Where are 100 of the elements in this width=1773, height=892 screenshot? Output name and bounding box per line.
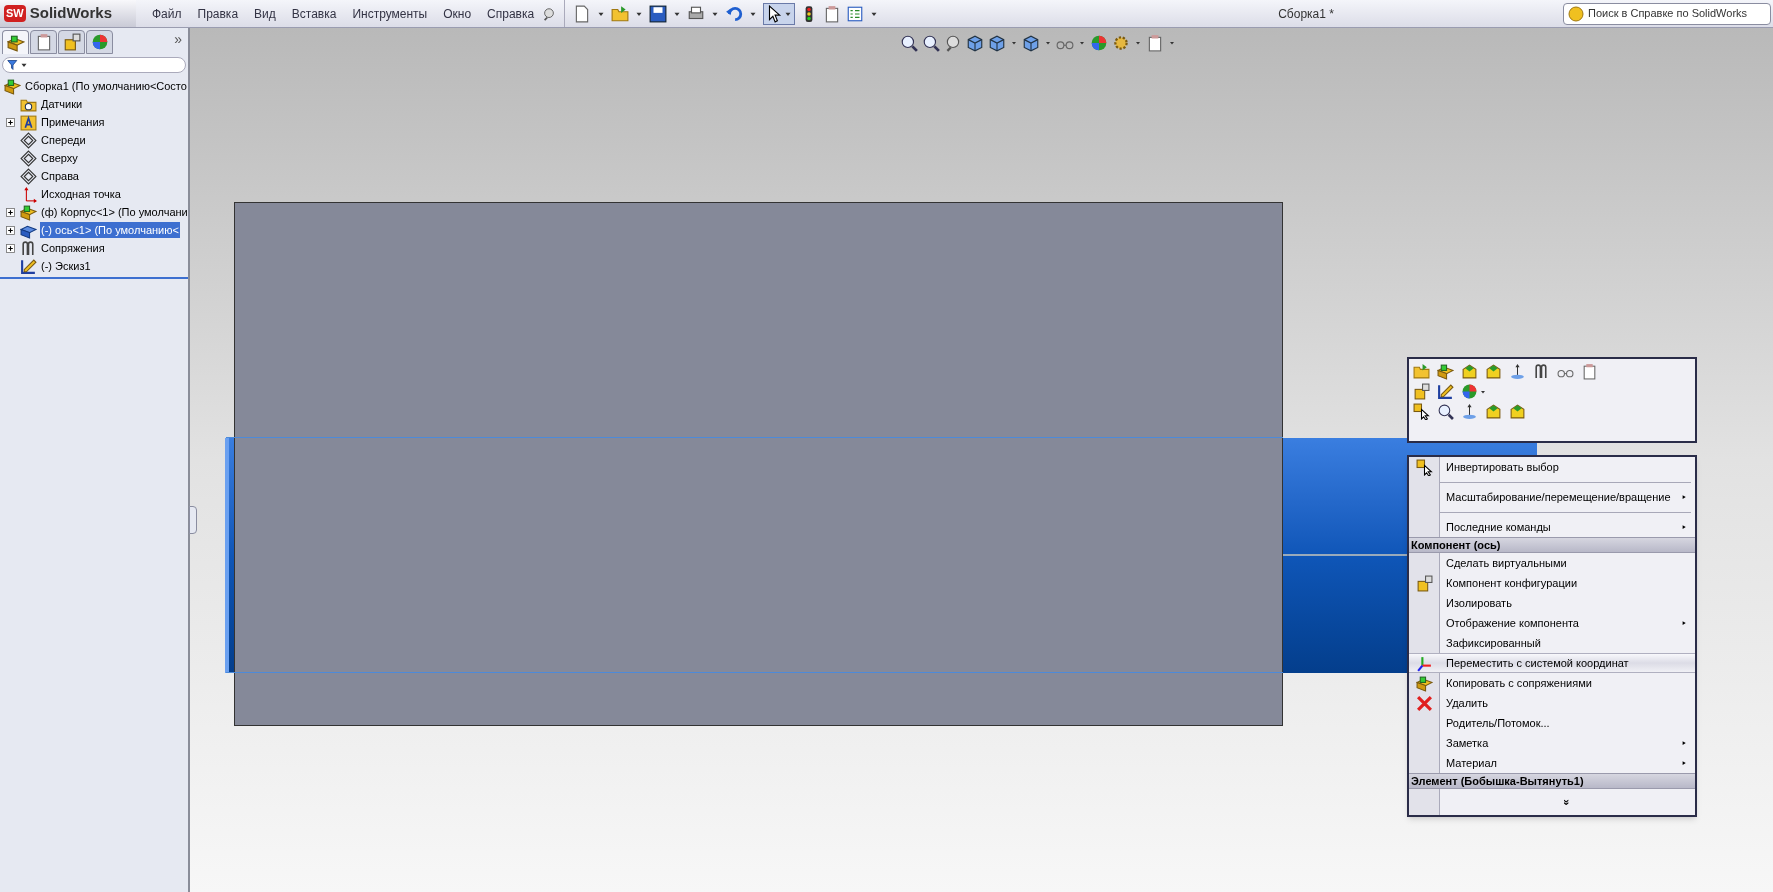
menu-item[interactable]: Справка	[479, 4, 543, 23]
expand-icon[interactable]	[5, 243, 15, 253]
menu-item[interactable]: Масштабирование/перемещение/вращение	[1440, 487, 1695, 507]
zoom-icon[interactable]	[922, 34, 940, 52]
pin-icon[interactable]	[542, 6, 557, 21]
expand-icon[interactable]	[5, 117, 15, 127]
menu-item[interactable]: Отображение компонента	[1440, 613, 1695, 633]
caret-icon[interactable]	[1078, 39, 1086, 47]
sphere-icon	[90, 33, 109, 51]
expand-panel-button[interactable]: »	[174, 29, 186, 54]
tree-item[interactable]: Исходная точка	[40, 185, 122, 203]
save-icon[interactable]	[649, 4, 668, 23]
help-search-field[interactable]: Поиск в Справке по SolidWorks	[1563, 2, 1771, 25]
menu-item[interactable]: Родитель/Потомок...	[1440, 713, 1695, 733]
parts-icon	[6, 33, 25, 52]
clipboard-icon[interactable]	[1146, 34, 1164, 52]
tree-item[interactable]: Спереди	[40, 131, 87, 149]
expand-icon[interactable]	[5, 207, 15, 217]
panel-tab[interactable]	[2, 30, 29, 54]
splitter-handle[interactable]	[189, 506, 197, 534]
menu-item[interactable]: Последние команды	[1440, 517, 1695, 537]
sketch-icon	[20, 257, 37, 275]
expand-menu-button[interactable]: »	[1560, 795, 1575, 809]
pin-icon[interactable]	[944, 34, 962, 52]
sphere-icon[interactable]	[1461, 383, 1478, 400]
menu-item[interactable]: Инструменты	[344, 4, 436, 23]
zoom-icon[interactable]	[900, 34, 918, 52]
select-icon	[1416, 458, 1433, 476]
paperclip-icon[interactable]	[1533, 363, 1550, 380]
component-icon[interactable]	[1461, 363, 1478, 380]
menu-section-header: Компонент (ось)	[1409, 537, 1695, 553]
funnel-icon	[7, 59, 19, 71]
panel-tab[interactable]	[58, 30, 85, 54]
component-icon[interactable]	[1485, 403, 1502, 420]
menu-item[interactable]: Компонент конфигурации	[1440, 573, 1695, 593]
menu-section-header: Элемент (Бобышка-Вытянуть1)	[1409, 773, 1695, 789]
expand-icon[interactable]	[5, 225, 15, 235]
tree-item[interactable]: (ф) Корпус<1> (По умолчани	[40, 203, 189, 221]
caret-icon[interactable]	[1010, 39, 1018, 47]
select-icon[interactable]	[1413, 403, 1430, 420]
cube-icon[interactable]	[1022, 34, 1040, 52]
panel-tab[interactable]	[86, 30, 113, 54]
paperclip-icon	[20, 239, 37, 257]
caret-icon[interactable]	[1168, 39, 1176, 47]
parts-icon	[20, 203, 37, 221]
cube-icon[interactable]	[966, 34, 984, 52]
tree-item[interactable]: (-) ось<1> (По умолчанию<	[40, 221, 180, 239]
undo-icon[interactable]	[725, 4, 744, 23]
window-title: Сборка1 *	[1278, 6, 1334, 21]
tree-item[interactable]: (-) Эскиз1	[40, 257, 92, 275]
select-button[interactable]	[763, 2, 796, 25]
plane-icon	[20, 131, 37, 149]
zoom-icon[interactable]	[1437, 403, 1454, 420]
menu-item[interactable]: Сделать виртуальными	[1440, 553, 1695, 573]
logo-text: SolidWorks	[29, 3, 112, 24]
tree-item[interactable]: Датчики	[40, 95, 84, 113]
panel-tab[interactable]	[30, 30, 57, 54]
menu-item[interactable]: Файл	[144, 4, 190, 23]
help-icon	[1568, 5, 1584, 22]
tree-item[interactable]: Сборка1 (По умолчанию<Состо	[24, 77, 188, 95]
tree-item[interactable]: Справа	[40, 167, 80, 185]
menu-item[interactable]: Заметка	[1440, 733, 1695, 753]
parts-icon[interactable]	[1437, 363, 1454, 380]
plane-icon	[20, 149, 37, 167]
parts-icon	[4, 77, 21, 95]
menu-item[interactable]: Зафиксированный	[1440, 633, 1695, 653]
plane-icon	[20, 167, 37, 185]
checklist-icon[interactable]	[846, 4, 865, 23]
sphere-icon[interactable]	[1090, 34, 1108, 52]
tree-item[interactable]: Сверху	[40, 149, 79, 167]
menu-item[interactable]: Окно	[435, 4, 480, 23]
menu-item[interactable]: Материал	[1440, 753, 1695, 773]
config-icon	[62, 33, 81, 51]
caret-icon[interactable]	[1134, 39, 1142, 47]
annotation-icon	[20, 113, 37, 131]
cube-icon[interactable]	[988, 34, 1006, 52]
menu-item[interactable]: Вид	[246, 4, 284, 23]
triad-icon	[1416, 654, 1433, 672]
tree-item[interactable]: Сопряжения	[40, 239, 106, 257]
clipboard-icon[interactable]	[1581, 363, 1598, 380]
menu-item[interactable]: Инвертировать выбор	[1440, 457, 1695, 477]
config-icon[interactable]	[1413, 383, 1430, 400]
folder-icon[interactable]	[1413, 363, 1430, 380]
menu-item[interactable]: Удалить	[1440, 693, 1695, 713]
menu-item[interactable]: Вставка	[283, 4, 345, 23]
menu-item[interactable]: Правка	[189, 4, 247, 23]
component-icon[interactable]	[1509, 403, 1526, 420]
tree-item[interactable]: Примечания	[40, 113, 106, 131]
caret-icon[interactable]	[1044, 39, 1052, 47]
axis-icon[interactable]	[1509, 363, 1526, 380]
menu-item[interactable]: Изолировать	[1440, 593, 1695, 613]
axis-icon[interactable]	[1461, 403, 1478, 420]
gear-icon[interactable]	[1112, 34, 1130, 52]
component-icon[interactable]	[1485, 363, 1502, 380]
sketch-icon[interactable]	[1437, 383, 1454, 400]
filter-field[interactable]	[2, 57, 186, 73]
delete-icon	[1416, 694, 1433, 712]
menu-item[interactable]: Копировать с сопряжениями	[1440, 673, 1695, 693]
logo-badge: SW	[4, 5, 26, 22]
config-icon	[1416, 574, 1433, 592]
